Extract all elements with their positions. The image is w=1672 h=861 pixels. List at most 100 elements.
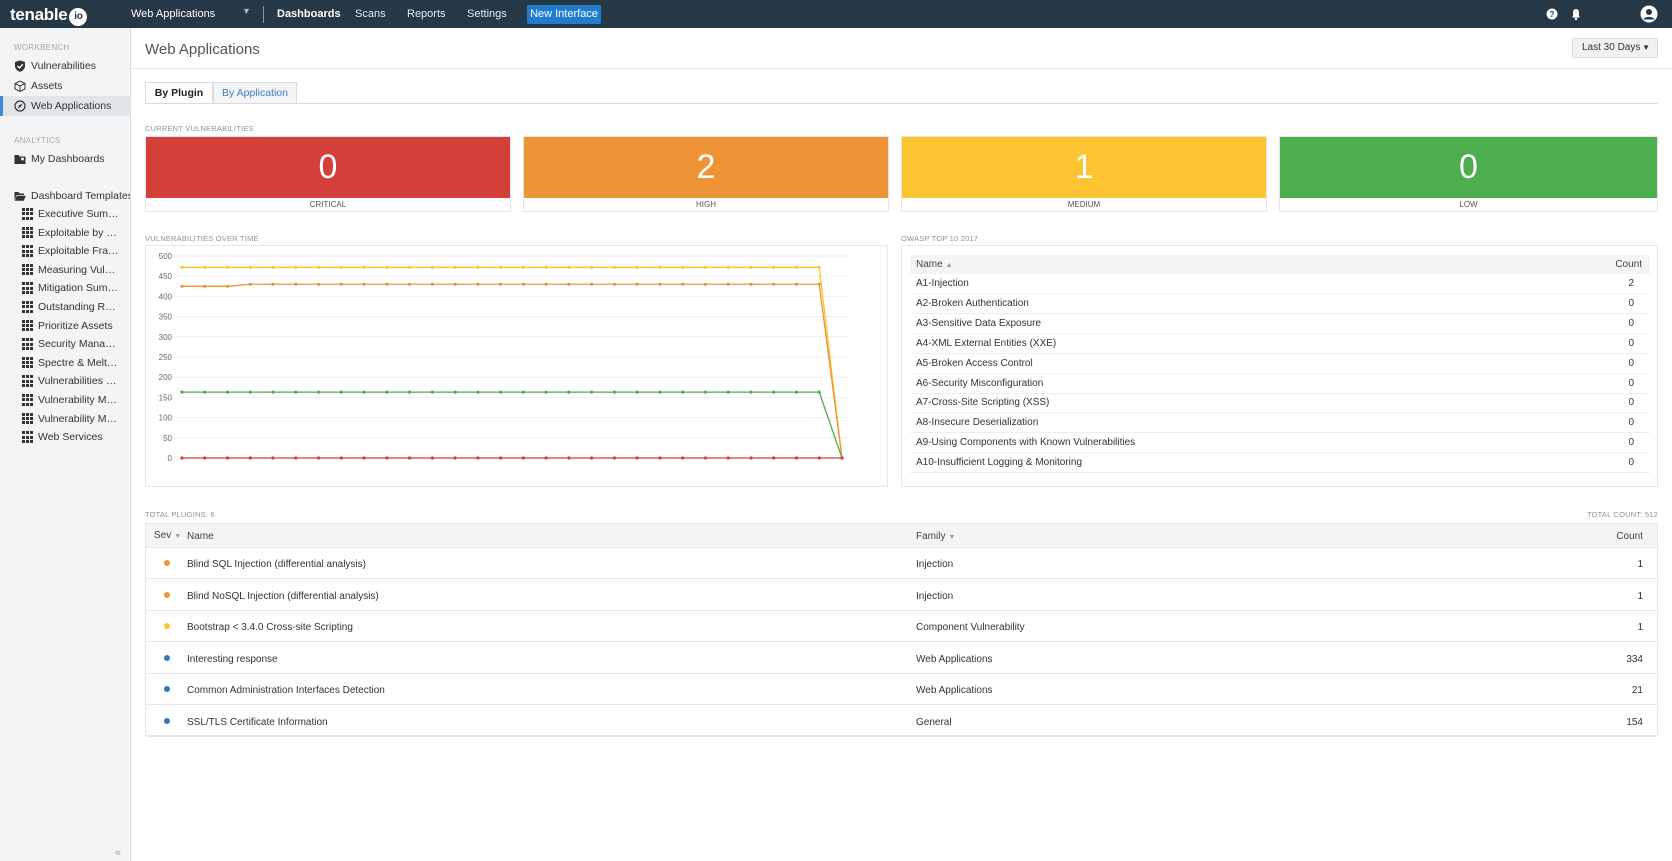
plugin-row[interactable]: Bootstrap < 3.4.0 Cross-site Scripting Co… bbox=[146, 611, 1657, 643]
data-point[interactable] bbox=[681, 390, 685, 394]
data-point[interactable] bbox=[316, 265, 321, 269]
count-header[interactable]: Count bbox=[1616, 531, 1643, 542]
data-point[interactable] bbox=[316, 456, 321, 460]
plugin-row[interactable]: SSL/TLS Certificate Information General 15… bbox=[146, 706, 1657, 737]
data-point[interactable] bbox=[681, 456, 685, 460]
owasp-row[interactable]: A8-Insecure Deserialization 0 bbox=[910, 413, 1650, 434]
collapse-sidebar-icon[interactable]: « bbox=[115, 847, 121, 859]
nav-dashboards[interactable]: Dashboards bbox=[277, 8, 341, 20]
data-point[interactable] bbox=[407, 456, 412, 460]
data-point[interactable] bbox=[772, 282, 776, 286]
data-point[interactable] bbox=[544, 282, 548, 286]
family-header[interactable]: Family ▼ bbox=[916, 531, 955, 542]
data-point[interactable] bbox=[225, 265, 230, 269]
owasp-row[interactable]: A6-Security Misconfiguration 0 bbox=[910, 374, 1650, 394]
notification-bell-icon[interactable] bbox=[1569, 7, 1583, 21]
owasp-row[interactable]: A1-Injection 2 bbox=[910, 274, 1650, 294]
data-point[interactable] bbox=[362, 390, 366, 394]
data-point[interactable] bbox=[567, 265, 571, 269]
date-range-dropdown[interactable]: Last 30 Days ▼ bbox=[1572, 38, 1658, 58]
sidebar-template-item[interactable]: Executive Summary bbox=[0, 204, 130, 224]
data-point[interactable] bbox=[544, 390, 548, 394]
data-point[interactable] bbox=[817, 265, 821, 269]
owasp-row[interactable]: A4-XML External Entities (XXE) 0 bbox=[910, 334, 1650, 354]
sidebar-template-item[interactable]: Vulnerability Mana... bbox=[0, 390, 130, 410]
data-point[interactable] bbox=[703, 456, 708, 460]
data-point[interactable] bbox=[635, 456, 639, 460]
context-selector[interactable]: Web Applications bbox=[131, 8, 215, 20]
data-point[interactable] bbox=[362, 265, 366, 269]
data-point[interactable] bbox=[499, 456, 503, 460]
data-point[interactable] bbox=[453, 390, 457, 394]
name-header[interactable]: Name bbox=[187, 531, 214, 542]
data-point[interactable] bbox=[726, 265, 730, 269]
nav-reports[interactable]: Reports bbox=[407, 8, 446, 20]
data-point[interactable] bbox=[703, 390, 708, 394]
sidebar-template-item[interactable]: Web Services bbox=[0, 427, 130, 447]
plugin-row[interactable]: Common Administration Interfaces Detecti… bbox=[146, 674, 1657, 706]
sidebar-item-vulnerabilities[interactable]: Vulnerabilities bbox=[0, 56, 130, 76]
data-point[interactable] bbox=[499, 390, 503, 394]
help-icon[interactable]: ? bbox=[1545, 7, 1559, 21]
data-point[interactable] bbox=[180, 265, 184, 269]
data-point[interactable] bbox=[203, 390, 207, 394]
sidebar-template-item[interactable]: Exploitable by Mal... bbox=[0, 223, 130, 243]
data-point[interactable] bbox=[726, 456, 730, 460]
data-point[interactable] bbox=[499, 265, 503, 269]
sidebar-template-item[interactable]: Security Managem... bbox=[0, 334, 130, 354]
data-point[interactable] bbox=[749, 265, 753, 269]
data-point[interactable] bbox=[658, 456, 662, 460]
chevron-down-icon[interactable]: ▼ bbox=[242, 6, 251, 16]
data-point[interactable] bbox=[612, 456, 617, 460]
data-point[interactable] bbox=[749, 390, 753, 394]
data-point[interactable] bbox=[658, 265, 662, 269]
data-point[interactable] bbox=[271, 265, 275, 269]
data-point[interactable] bbox=[635, 282, 639, 286]
data-point[interactable] bbox=[430, 456, 434, 460]
data-point[interactable] bbox=[453, 456, 457, 460]
data-point[interactable] bbox=[453, 265, 457, 269]
data-point[interactable] bbox=[271, 390, 275, 394]
data-point[interactable] bbox=[499, 282, 503, 286]
sidebar-item-assets[interactable]: Assets bbox=[0, 76, 130, 96]
data-point[interactable] bbox=[590, 390, 594, 394]
data-point[interactable] bbox=[794, 282, 799, 286]
data-point[interactable] bbox=[817, 456, 821, 460]
data-point[interactable] bbox=[225, 284, 230, 288]
data-point[interactable] bbox=[316, 282, 321, 286]
data-point[interactable] bbox=[476, 282, 480, 286]
data-point[interactable] bbox=[271, 456, 275, 460]
data-point[interactable] bbox=[430, 282, 434, 286]
data-point[interactable] bbox=[294, 282, 298, 286]
data-point[interactable] bbox=[453, 282, 457, 286]
data-point[interactable] bbox=[225, 390, 230, 394]
data-point[interactable] bbox=[339, 282, 343, 286]
data-point[interactable] bbox=[567, 282, 571, 286]
data-point[interactable] bbox=[544, 456, 548, 460]
data-point[interactable] bbox=[749, 282, 753, 286]
owasp-row[interactable]: A5-Broken Access Control 0 bbox=[910, 354, 1650, 374]
data-point[interactable] bbox=[362, 282, 366, 286]
owasp-row[interactable]: A2-Broken Authentication 0 bbox=[910, 294, 1650, 314]
user-avatar-icon[interactable] bbox=[1640, 5, 1658, 23]
data-point[interactable] bbox=[385, 456, 389, 460]
owasp-row[interactable]: A9-Using Components with Known Vulnerabi… bbox=[910, 433, 1650, 454]
data-point[interactable] bbox=[635, 390, 639, 394]
data-point[interactable] bbox=[248, 456, 252, 460]
medium-count-card[interactable]: 1 MEDIUM bbox=[901, 136, 1267, 212]
tab-by-application[interactable]: By Application bbox=[213, 82, 297, 104]
plugin-row[interactable]: Blind NoSQL Injection (differential anal… bbox=[146, 580, 1657, 611]
data-point[interactable] bbox=[794, 456, 799, 460]
data-point[interactable] bbox=[794, 390, 799, 394]
sidebar-template-item[interactable]: Exploitable Frame... bbox=[0, 241, 130, 261]
sidebar-template-item[interactable]: Outstanding Reme... bbox=[0, 297, 130, 317]
data-point[interactable] bbox=[248, 282, 252, 286]
data-point[interactable] bbox=[385, 282, 389, 286]
data-point[interactable] bbox=[772, 390, 776, 394]
data-point[interactable] bbox=[316, 390, 321, 394]
data-point[interactable] bbox=[703, 282, 708, 286]
low-count-card[interactable]: 0 LOW bbox=[1279, 136, 1658, 212]
data-point[interactable] bbox=[248, 390, 252, 394]
owasp-row[interactable]: A3-Sensitive Data Exposure 0 bbox=[910, 314, 1650, 334]
critical-count-card[interactable]: 0 CRITICAL bbox=[145, 136, 511, 212]
